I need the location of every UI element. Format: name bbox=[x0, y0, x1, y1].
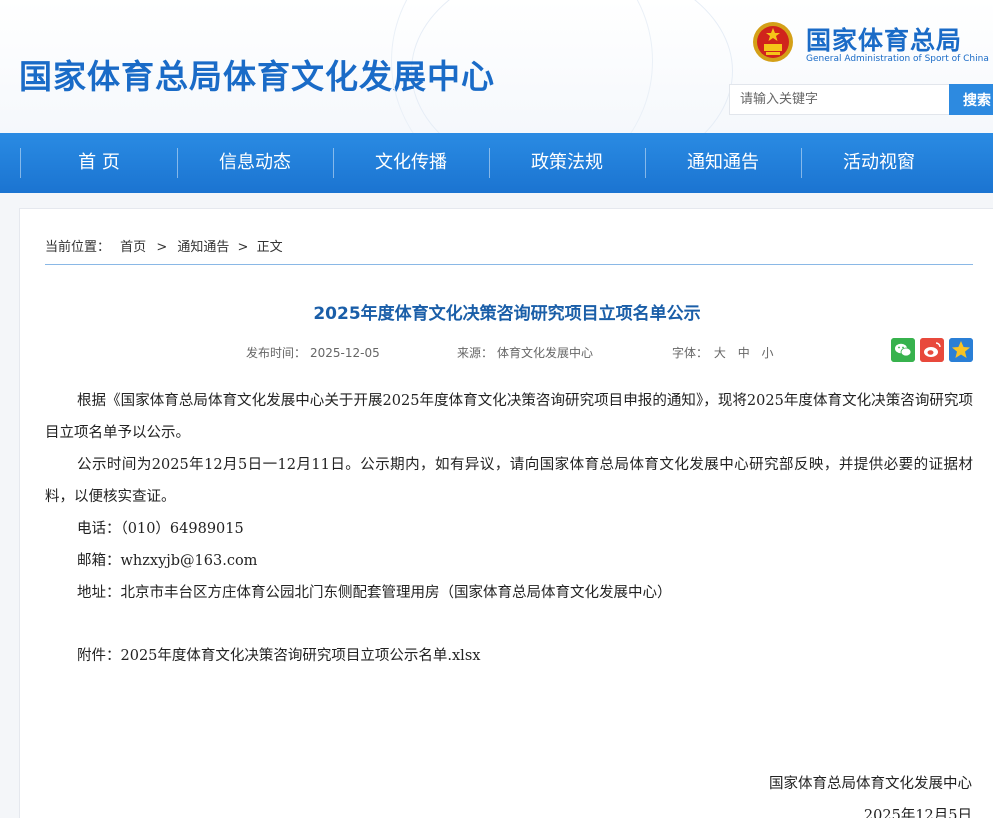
nav-item-culture[interactable]: 文化传播 bbox=[333, 133, 489, 193]
nav-item-home[interactable]: 首 页 bbox=[21, 133, 177, 193]
attachment: 附件：2025年度体育文化决策咨询研究项目立项公示名单.xlsx bbox=[77, 640, 480, 672]
contact-email[interactable]: 邮箱：whzxyjb@163.com bbox=[77, 545, 257, 577]
attachment-label: 附件： bbox=[77, 648, 121, 664]
national-emblem-icon bbox=[753, 22, 793, 62]
breadcrumb-separator: > bbox=[156, 240, 168, 255]
article-source: 来源： 体育文化发展中心 bbox=[457, 344, 593, 361]
signature-org: 国家体育总局体育文化发展中心 bbox=[769, 776, 972, 792]
breadcrumb-label: 当前位置： bbox=[45, 240, 111, 255]
article-panel: 当前位置： 首页 > 通知通告 > 正文 2025年度体育文化决策咨询研究项目立… bbox=[19, 208, 993, 818]
font-label: 字体： bbox=[672, 346, 709, 360]
breadcrumb-current: 正文 bbox=[256, 240, 283, 255]
publish-time: 发布时间： 2025-12-05 bbox=[246, 344, 380, 361]
site-header: 国家体育总局体育文化发展中心 国家体育总局 General Administra… bbox=[0, 0, 993, 133]
font-small-button[interactable]: 小 bbox=[762, 346, 774, 360]
source-value: 体育文化发展中心 bbox=[497, 346, 594, 360]
search-box bbox=[729, 84, 949, 115]
article-title: 2025年度体育文化决策咨询研究项目立项名单公示 bbox=[313, 304, 701, 324]
main-nav: 首 页 信息动态 文化传播 政策法规 通知通告 活动视窗 bbox=[0, 133, 993, 193]
nav-item-policy[interactable]: 政策法规 bbox=[489, 133, 645, 193]
brand-name-cn: 国家体育总局 bbox=[806, 26, 963, 55]
publish-date: 2025-12-05 bbox=[310, 346, 380, 360]
site-title[interactable]: 国家体育总局体育文化发展中心 bbox=[19, 50, 495, 98]
breadcrumb-divider bbox=[45, 264, 973, 265]
breadcrumb: 当前位置： 首页 > 通知通告 > 正文 bbox=[45, 236, 283, 255]
breadcrumb-home[interactable]: 首页 bbox=[120, 236, 146, 255]
nav-item-notices[interactable]: 通知通告 bbox=[645, 133, 801, 193]
source-label: 来源： bbox=[457, 346, 494, 360]
qzone-star-icon[interactable] bbox=[949, 338, 973, 362]
gov-brand[interactable]: 国家体育总局 General Administration of Sport o… bbox=[752, 20, 989, 70]
font-large-button[interactable]: 大 bbox=[714, 346, 726, 360]
signature-date: 2025年12月5日 bbox=[863, 808, 972, 818]
attachment-link[interactable]: 2025年度体育文化决策咨询研究项目立项公示名单.xlsx bbox=[121, 648, 481, 664]
contact-phone: 电话：（010）64989015 bbox=[77, 521, 244, 537]
font-medium-button[interactable]: 中 bbox=[738, 346, 750, 360]
wechat-icon[interactable] bbox=[891, 338, 915, 362]
article-paragraph: 根据《国家体育总局体育文化发展中心关于开展2025年度体育文化决策咨询研究项目申… bbox=[45, 393, 973, 441]
weibo-icon[interactable] bbox=[920, 338, 944, 362]
publish-label: 发布时间： bbox=[246, 346, 307, 360]
contact-address: 地址：北京市丰台区方庄体育公园北门东侧配套管理用房（国家体育总局体育文化发展中心… bbox=[77, 585, 672, 601]
nav-item-activities[interactable]: 活动视窗 bbox=[801, 133, 957, 193]
breadcrumb-separator: > bbox=[237, 240, 249, 255]
brand-name-en: General Administration of Sport of China bbox=[806, 54, 989, 64]
breadcrumb-notices[interactable]: 通知通告 bbox=[177, 236, 229, 255]
nav-item-news[interactable]: 信息动态 bbox=[177, 133, 333, 193]
search-input[interactable] bbox=[730, 85, 949, 114]
search-button[interactable]: 搜索 bbox=[949, 84, 993, 115]
font-size-control: 字体： 大 中 小 bbox=[672, 344, 774, 361]
article-paragraph: 公示时间为2025年12月5日一12月11日。公示期内，如有异议，请向国家体育总… bbox=[45, 457, 973, 505]
